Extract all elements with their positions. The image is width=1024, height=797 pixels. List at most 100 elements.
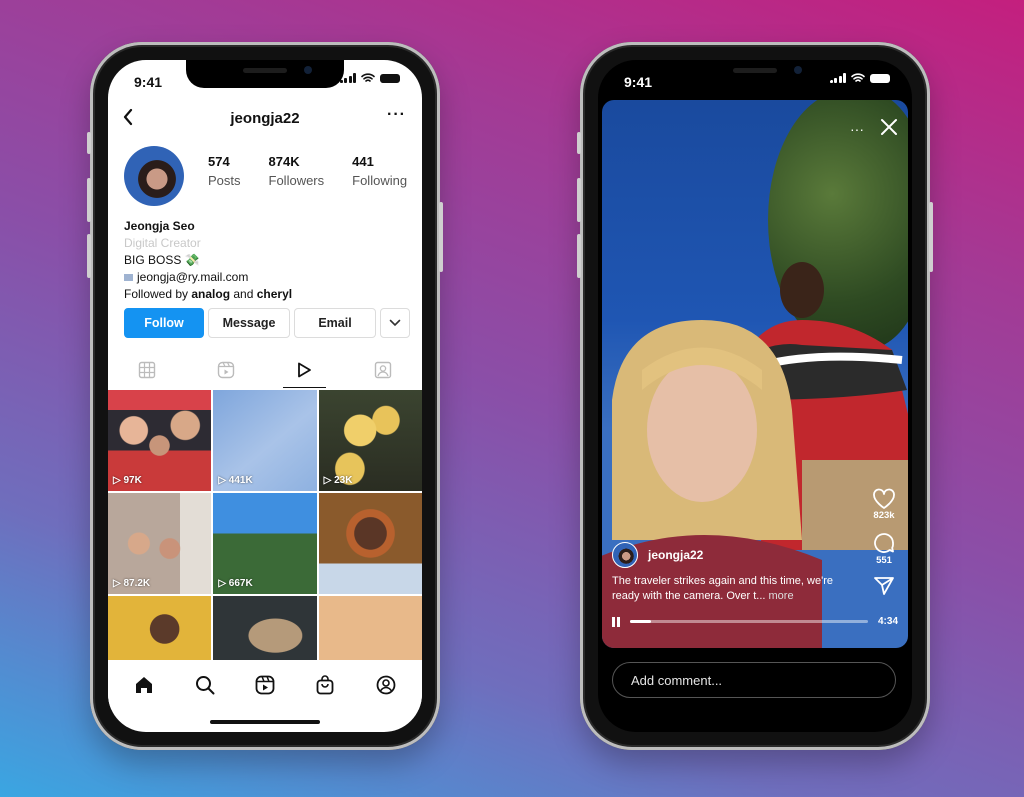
play-icon	[298, 362, 312, 378]
bio-email[interactable]: jeongja@ry.mail.com	[137, 270, 248, 284]
stat-value: 441	[352, 154, 374, 169]
owner-avatar[interactable]	[612, 542, 638, 568]
reels-icon	[255, 675, 275, 695]
followed-by-and: and	[230, 287, 257, 301]
grid-tile[interactable]	[213, 596, 317, 662]
bio-email-line: jeongja@ry.mail.com	[124, 269, 292, 286]
profile-phone: 9:41 jeongja22 ··· 574 Posts 874K Follow…	[87, 42, 443, 750]
tab-tagged[interactable]	[344, 352, 423, 388]
video-player-controls: 4:34	[612, 616, 898, 627]
follow-button[interactable]: Follow	[124, 308, 204, 338]
comment-count: 551	[876, 555, 892, 566]
followed-by-prefix: Followed by	[124, 287, 192, 301]
followed-by-user[interactable]: analog	[191, 287, 230, 301]
view-count-value: 667K	[228, 578, 253, 589]
view-count: ▷ 441K	[218, 475, 253, 486]
stat-followers[interactable]: 874K Followers	[269, 154, 325, 188]
tagged-user-icon	[374, 361, 391, 379]
followed-by-user[interactable]: cheryl	[257, 287, 292, 301]
add-comment-input[interactable]: Add comment...	[612, 662, 896, 698]
power-button	[929, 202, 933, 272]
profile-bio: Jeongja Seo Digital Creator BIG BOSS 💸 j…	[124, 218, 292, 303]
owner-username[interactable]: jeongja22	[648, 548, 703, 562]
comment-button[interactable]: 551	[872, 531, 896, 566]
battery-icon	[380, 73, 400, 83]
reels-icon	[217, 361, 234, 379]
caption-text: The traveler strikes again and this time…	[612, 575, 833, 602]
tab-reels[interactable]	[187, 352, 266, 388]
mute-switch	[87, 132, 91, 154]
email-button[interactable]: Email	[294, 308, 376, 338]
view-count-value: 23K	[334, 475, 353, 486]
grid-tile[interactable]: ▷ 23K	[318, 390, 422, 491]
caption-more-link[interactable]: more	[769, 590, 794, 602]
profile-actions: Follow Message Email	[124, 308, 410, 338]
volume-up-button	[577, 178, 581, 222]
grid-tile[interactable]	[318, 596, 422, 662]
reel-top-controls: ···	[850, 118, 898, 139]
shop-icon	[316, 675, 334, 695]
view-count: ▷ 23K	[323, 475, 353, 486]
stat-value: 874K	[268, 154, 300, 169]
status-time: 9:41	[134, 74, 163, 90]
reel-owner[interactable]: jeongja22	[612, 542, 703, 568]
followed-by: Followed by analog and cheryl	[124, 286, 292, 303]
category-label: Digital Creator	[124, 236, 201, 250]
like-count: 823k	[873, 510, 895, 521]
pause-button[interactable]	[612, 616, 620, 627]
message-button[interactable]: Message	[208, 308, 290, 338]
stat-value: 574	[208, 154, 230, 169]
like-button[interactable]: 823k	[872, 488, 896, 521]
bio-line: BIG BOSS 💸	[124, 253, 200, 267]
view-count-value: 97K	[123, 475, 142, 486]
nav-profile[interactable]	[375, 674, 397, 696]
suggested-dropdown-button[interactable]	[380, 308, 410, 338]
grid-tile[interactable]	[318, 493, 422, 594]
profile-header: jeongja22 ···	[108, 104, 422, 134]
send-icon	[874, 577, 894, 595]
grid-tile[interactable]: ▷ 87.2K	[108, 493, 212, 594]
profile-username: jeongja22	[230, 110, 300, 127]
grid-tile[interactable]: ▷ 667K	[213, 493, 317, 594]
reel-more-button[interactable]: ···	[850, 121, 864, 137]
notch	[186, 60, 344, 88]
video-grid: ▷ 97K ▷ 441K ▷ 23K ▷ 87.2K ▷ 667K	[108, 390, 422, 662]
search-icon	[195, 676, 215, 695]
share-button[interactable]	[873, 576, 895, 596]
envelope-icon	[124, 274, 133, 281]
mute-switch	[577, 132, 581, 154]
notch	[676, 60, 834, 88]
tab-videos[interactable]	[265, 352, 344, 388]
nav-home[interactable]	[133, 674, 155, 696]
home-icon	[136, 677, 153, 693]
nav-search[interactable]	[194, 674, 216, 696]
grid-tile[interactable]: ▷ 97K	[108, 390, 212, 491]
profile-avatar[interactable]	[124, 146, 184, 206]
more-options-button[interactable]: ···	[387, 106, 406, 124]
grid-tile[interactable]	[108, 596, 212, 662]
profile-stats: 574 Posts 874K Followers 441 Following	[208, 154, 407, 188]
profile-screen: 9:41 jeongja22 ··· 574 Posts 874K Follow…	[108, 60, 422, 732]
wifi-icon	[851, 73, 865, 82]
comment-icon	[874, 533, 894, 553]
nav-shop[interactable]	[314, 674, 336, 696]
reel-side-actions: 823k 551	[862, 488, 906, 602]
grid-tile[interactable]: ▷ 441K	[213, 390, 317, 491]
volume-up-button	[87, 178, 91, 222]
nav-reels[interactable]	[254, 674, 276, 696]
reel-phone: 9:41 ··· 823k 551 jeongja22 The traveler…	[577, 42, 933, 750]
stat-label: Following	[352, 173, 408, 188]
close-icon	[881, 119, 897, 135]
stat-following[interactable]: 441 Following	[352, 154, 407, 188]
home-indicator	[700, 720, 810, 724]
heart-icon	[873, 488, 895, 509]
wifi-icon	[361, 73, 375, 82]
tab-grid[interactable]	[108, 352, 187, 388]
time-remaining: 4:34	[877, 616, 898, 627]
progress-bar[interactable]	[630, 620, 868, 623]
progress-fill	[630, 620, 652, 623]
power-button	[439, 202, 443, 272]
reel-screen: 9:41 ··· 823k 551 jeongja22 The traveler…	[598, 60, 912, 732]
stat-posts[interactable]: 574 Posts	[208, 154, 241, 188]
close-button[interactable]	[880, 118, 898, 139]
